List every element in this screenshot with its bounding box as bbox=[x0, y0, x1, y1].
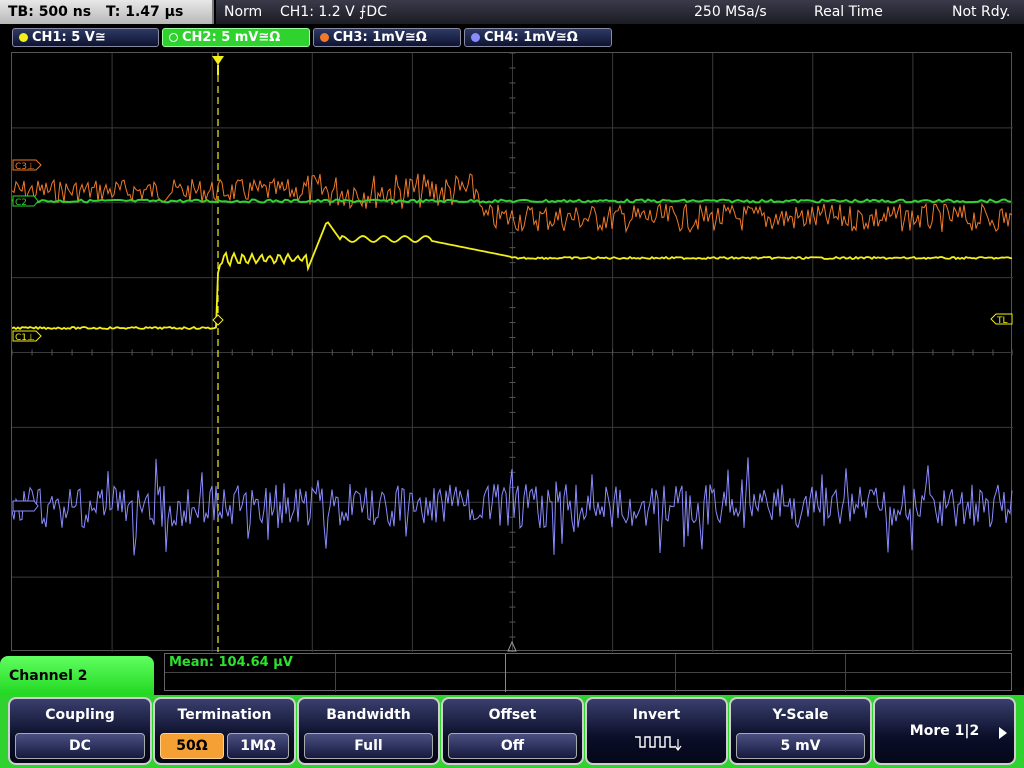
coupling-button[interactable]: Coupling DC bbox=[8, 697, 152, 765]
channel-tab-row: CH1: 5 V≅ CH2: 5 mV≅Ω CH3: 1mV≅Ω CH4: 1m… bbox=[0, 26, 1024, 50]
channel-tab-ch3[interactable]: CH3: 1mV≅Ω bbox=[313, 28, 461, 47]
top-status-bar: TB: 500 ns T: 1.47 µs Norm CH1: 1.2 V ⨍D… bbox=[0, 0, 1024, 26]
sample-rate: 250 MSa/s bbox=[694, 4, 767, 20]
termination-button[interactable]: Termination 50Ω 1MΩ bbox=[153, 697, 296, 765]
trigger-time-value: T: 1.47 µs bbox=[105, 4, 184, 20]
ch1-color-dot bbox=[19, 33, 28, 42]
y-scale-button[interactable]: Y-Scale 5 mV bbox=[729, 697, 872, 765]
divider bbox=[505, 654, 506, 692]
termination-50-ohm[interactable]: 50Ω bbox=[160, 733, 224, 759]
ch4-color-dot bbox=[471, 33, 480, 42]
termination-title: Termination bbox=[177, 707, 272, 723]
trigger-level-label: TL bbox=[996, 316, 1008, 326]
more-button[interactable]: More 1|2 bbox=[873, 697, 1016, 765]
invert-title: Invert bbox=[632, 707, 681, 723]
ch3-marker-label: C3⊥ bbox=[15, 162, 35, 172]
ch4-marker bbox=[12, 500, 39, 512]
trigger-marker-icon bbox=[212, 56, 224, 65]
divider bbox=[675, 654, 676, 692]
acquisition-mode: Real Time bbox=[814, 4, 883, 20]
offset-value[interactable]: Off bbox=[448, 733, 577, 759]
coupling-title: Coupling bbox=[45, 707, 115, 723]
ch2-trace bbox=[12, 198, 1012, 204]
coupling-value[interactable]: DC bbox=[15, 733, 145, 759]
ch4-label: CH4: 1mV≅Ω bbox=[484, 30, 578, 45]
divider bbox=[335, 654, 336, 692]
waveform-canvas[interactable]: C3⊥ C2 C1⊥ TL bbox=[12, 53, 1013, 652]
softkey-menu-bar: Coupling DC Termination 50Ω 1MΩ Bandwidt… bbox=[0, 695, 1024, 768]
timebase-value: TB: 500 ns bbox=[8, 4, 92, 20]
ch1-marker: C1⊥ bbox=[12, 330, 42, 343]
ch2-marker-label: C2 bbox=[15, 198, 27, 208]
active-channel-title: Channel 2 bbox=[9, 668, 88, 684]
trigger-level-marker: TL bbox=[990, 313, 1013, 326]
trigger-mode: Norm bbox=[224, 4, 263, 20]
active-channel-label: Channel 2 bbox=[0, 656, 154, 700]
ch3-color-dot bbox=[320, 33, 329, 42]
ch2-color-dot bbox=[169, 33, 178, 42]
trigger-marker-stem bbox=[217, 65, 219, 75]
ch3-label: CH3: 1mV≅Ω bbox=[333, 30, 427, 45]
invert-waveform-icon bbox=[635, 736, 682, 751]
ch1-label: CH1: 5 V≅ bbox=[32, 30, 106, 45]
trigger-point-icon bbox=[212, 314, 224, 326]
trigger-status: Not Rdy. bbox=[952, 4, 1011, 20]
more-label: More 1|2 bbox=[909, 723, 980, 739]
invert-button[interactable]: Invert bbox=[585, 697, 728, 765]
ch3-marker: C3⊥ bbox=[12, 159, 42, 172]
waveform-display[interactable]: C3⊥ C2 C1⊥ TL bbox=[11, 52, 1013, 652]
divider bbox=[845, 654, 846, 692]
graticule-grid bbox=[12, 53, 1013, 652]
trigger-info: CH1: 1.2 V ⨍DC bbox=[280, 4, 387, 20]
ch1-marker-label: C1⊥ bbox=[15, 333, 35, 343]
timebase-box[interactable]: TB: 500 ns T: 1.47 µs bbox=[0, 0, 214, 24]
termination-1-megaohm[interactable]: 1MΩ bbox=[227, 733, 289, 759]
mean-measurement: Mean: 104.64 µV bbox=[169, 655, 293, 670]
measurement-row bbox=[165, 673, 1011, 692]
offset-title: Offset bbox=[488, 707, 537, 723]
ch2-label: CH2: 5 mV≅Ω bbox=[182, 30, 281, 45]
acquisition-status-strip[interactable]: Norm CH1: 1.2 V ⨍DC 250 MSa/s Real Time … bbox=[216, 0, 1024, 24]
ch2-marker: C2 bbox=[12, 195, 39, 208]
y-scale-value[interactable]: 5 mV bbox=[736, 733, 865, 759]
y-scale-title: Y-Scale bbox=[772, 707, 829, 723]
channel-tab-ch1[interactable]: CH1: 5 V≅ bbox=[12, 28, 159, 47]
bandwidth-title: Bandwidth bbox=[326, 707, 411, 723]
offset-button[interactable]: Offset Off bbox=[441, 697, 584, 765]
channel-tab-ch4[interactable]: CH4: 1mV≅Ω bbox=[464, 28, 612, 47]
bandwidth-value[interactable]: Full bbox=[304, 733, 433, 759]
measurement-strip: Mean: 104.64 µV bbox=[164, 653, 1012, 692]
next-page-arrow-icon bbox=[999, 727, 1007, 739]
channel-tab-ch2[interactable]: CH2: 5 mV≅Ω bbox=[162, 28, 310, 47]
bandwidth-button[interactable]: Bandwidth Full bbox=[297, 697, 440, 765]
